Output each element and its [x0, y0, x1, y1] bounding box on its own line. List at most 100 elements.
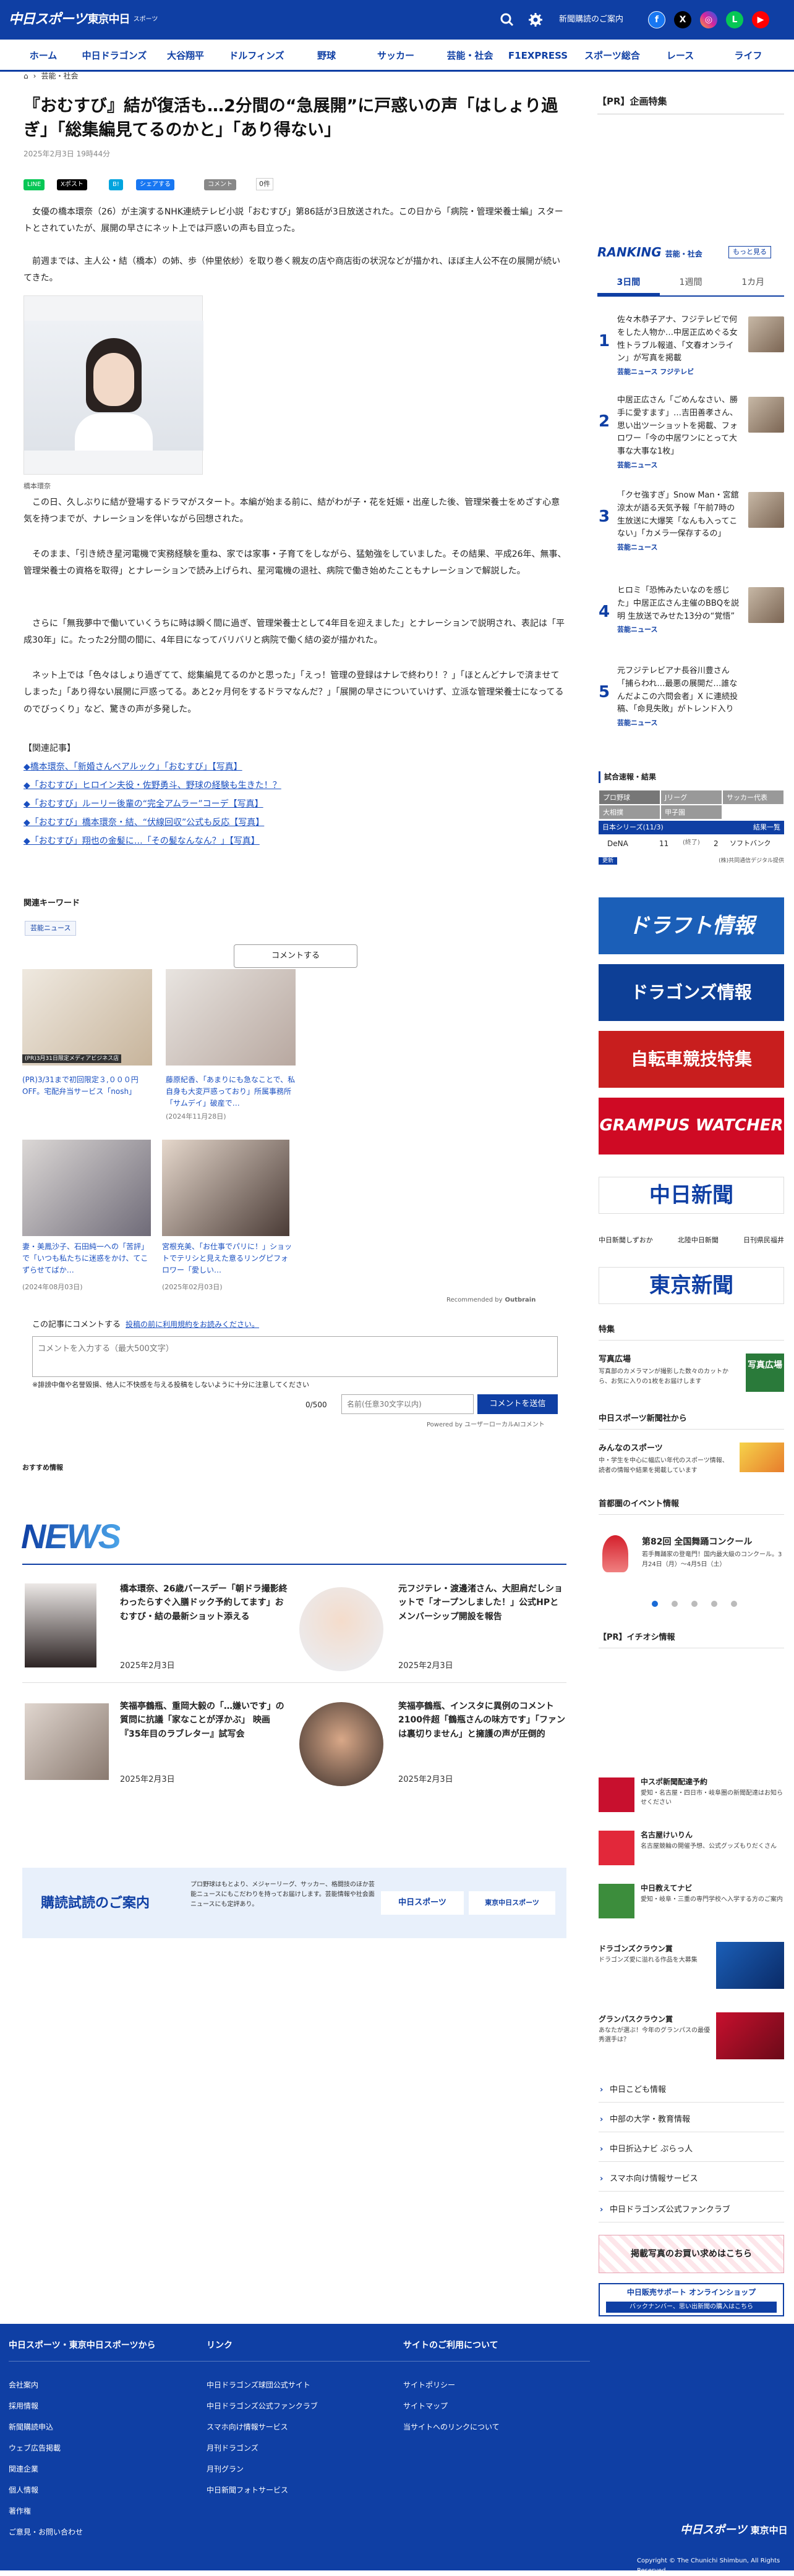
recommend-image[interactable] [166, 969, 296, 1066]
carousel-dot[interactable] [691, 1601, 698, 1607]
subscribe-logo[interactable]: 東京中日スポーツ [469, 1891, 555, 1915]
dragons-banner[interactable]: ドラゴンズ情報 [599, 964, 784, 1021]
footer-link[interactable]: 会社案内 [9, 2379, 38, 2391]
recommend-image[interactable] [22, 969, 152, 1066]
nav-item[interactable]: 大谷翔平 [155, 48, 216, 63]
news-image[interactable] [25, 1583, 96, 1667]
carousel-dot[interactable] [652, 1601, 658, 1607]
pr-title[interactable]: ドラゴンズクラウン賞 [599, 1943, 673, 1955]
score-tab[interactable]: 大相撲 [599, 805, 660, 820]
related-link[interactable]: ◆「おむすび」ヒロイン夫役・佐野勇斗、野球の経験も生きた！？ [23, 779, 281, 792]
footer-logo[interactable]: 中日スポーツ 東京中日 [680, 2522, 788, 2540]
line-icon[interactable]: L [726, 11, 743, 28]
event-image[interactable] [602, 1535, 628, 1572]
recommend-image[interactable] [740, 1443, 784, 1472]
comment-input[interactable] [32, 1336, 558, 1377]
event-title[interactable]: 第82回 全国舞踊コンクール [642, 1535, 752, 1549]
grampus-banner[interactable]: GRAMPUS WATCHER [599, 1098, 784, 1155]
subscribe-banner[interactable]: 購読試読のご案内 プロ野球はもとより、メジャーリーグ、サッカー、格闘技のほか芸能… [22, 1868, 566, 1938]
nav-item[interactable]: スポーツ総合 [575, 48, 649, 63]
related-link[interactable]: ◆「おむすび」橋本環奈・結、“伏線回収”公式も反応【写真】 [23, 816, 264, 829]
ranking-item[interactable]: 2 中居正広さん「ごめんなさい、勝手に愛すます」…吉田善孝さん、思い出ツーショッ… [599, 394, 787, 499]
pr-image[interactable] [716, 2012, 784, 2059]
footer-link[interactable]: ウェブ広告掲載 [9, 2443, 61, 2454]
sidebar-link[interactable]: 中部の大学・教育情報 [599, 2108, 784, 2132]
x-icon[interactable]: X [674, 11, 691, 28]
photo-service-banner[interactable]: 掲載写真のお買い求めはこちら [599, 2235, 784, 2273]
footer-link[interactable]: 中日ドラゴンズ球団公式サイト [207, 2379, 310, 2391]
news-image[interactable] [299, 1702, 383, 1786]
footer-link[interactable]: サイトマップ [403, 2400, 448, 2412]
carousel-dot[interactable] [711, 1601, 717, 1607]
news-image[interactable] [25, 1703, 109, 1780]
ranking-item[interactable]: 3 「クセ強すぎ」Snow Man・宮舘涼太が語る天気予報「午前7時の生放送に大… [599, 489, 787, 595]
subscribe-guide-link[interactable]: 新聞購読のご案内 [559, 14, 623, 27]
chunichi-shimbun-logo[interactable]: 中日新聞 [599, 1177, 784, 1214]
instagram-icon[interactable]: ◎ [700, 11, 717, 28]
pr-image[interactable] [599, 1884, 634, 1918]
recommend-link[interactable]: 藤原紀香、「あまりにも急なことで、私自身も大変戸惑っており」所属事務所「サムデイ… [166, 1074, 296, 1110]
related-link[interactable]: ◆「おむすび」ルーリー後輩の“完全アムラー”コーデ【写真】 [23, 797, 263, 811]
footer-link[interactable]: 中日新聞フォトサービス [207, 2485, 288, 2496]
pr-image[interactable] [599, 1831, 634, 1865]
tokushu-title[interactable]: 写真広場 [599, 1354, 631, 1366]
share-hatena-button[interactable]: B! [109, 179, 123, 190]
score-row[interactable]: DeNA 11 (終了) 2 ソフトバンク [599, 837, 784, 852]
article-photo[interactable] [23, 295, 203, 475]
footer-link[interactable]: 関連企業 [9, 2464, 38, 2475]
search-icon[interactable] [498, 11, 516, 28]
footer-link[interactable]: ご意見・お問い合わせ [9, 2527, 83, 2538]
nav-item[interactable]: ホーム [12, 48, 74, 63]
recommend-link[interactable]: (PR)3/31まで初回限定３,０００円OFF。宅配弁当サービス「nosh」 [22, 1074, 152, 1098]
news-link[interactable]: 元フジテレ・渡邊渚さん、大胆肩だしショットで「オープンしました！」公式HPとメン… [398, 1582, 566, 1624]
news-link[interactable]: 笑福亭鶴瓶、重岡大毅の「…嫌いです」の質問に抗議「家なことが浮かぶ」 映画『35… [120, 1700, 288, 1741]
share-facebook-button[interactable]: シェアする [136, 179, 174, 190]
related-link[interactable]: ◆「おむすび」翔也の金髪に…「その髪なんなん？」【写真】 [23, 834, 260, 848]
comment-rules-link[interactable]: 投稿の前に利用規約をお読みください。 [126, 1319, 259, 1332]
nav-item[interactable]: F1EXPRESS [507, 48, 569, 63]
recommend-title[interactable]: みんなのスポーツ [599, 1443, 663, 1455]
sidebar-link[interactable]: スマホ向け情報サービス [599, 2167, 784, 2192]
nav-item[interactable]: ドルフィンズ [220, 48, 294, 63]
comment-button[interactable]: コメントする [234, 944, 357, 968]
footer-link[interactable]: 新聞購読申込 [9, 2421, 53, 2433]
facebook-icon[interactable]: f [648, 11, 665, 28]
score-update-button[interactable]: 更新 [599, 857, 618, 865]
sidebar-link[interactable]: 中日こども情報 [599, 2078, 784, 2103]
score-tab[interactable]: 甲子園 [660, 805, 722, 820]
footer-link[interactable]: 採用情報 [9, 2400, 38, 2412]
sidebar-link[interactable]: 中日折込ナビ ぷらっ人 [599, 2137, 784, 2162]
share-x-button[interactable]: Xポスト [57, 179, 87, 190]
news-image[interactable] [299, 1587, 383, 1671]
news-link[interactable]: 橋本環奈、26歳バースデー「朝ドラ撮影終わったらすぐ入膳ドック予約してます」おむ… [120, 1582, 288, 1624]
comment-name-input[interactable] [341, 1394, 474, 1414]
subscribe-logo[interactable]: 中日スポーツ [381, 1891, 464, 1915]
draft-banner[interactable]: ドラフト情報 [599, 897, 784, 954]
gear-icon[interactable] [527, 11, 544, 28]
tokushu-badge[interactable]: 写真広場 [746, 1354, 784, 1392]
score-results-link[interactable]: 結果一覧 [753, 821, 780, 834]
nav-item[interactable]: レース [652, 48, 708, 63]
youtube-icon[interactable]: ▶ [752, 11, 769, 28]
nav-item[interactable]: サッカー [365, 48, 427, 63]
news-link[interactable]: 笑福亭鶴瓶、インスタに異例のコメント2100件超「鶴瓶さんの味方です」「ファンは… [398, 1700, 566, 1741]
pr-title[interactable]: 中日教えてナビ [641, 1883, 692, 1894]
home-icon[interactable]: ⌂ [23, 70, 28, 82]
pr-title[interactable]: 名古屋けいりん [641, 1829, 693, 1841]
footer-link[interactable]: 著作権 [9, 2506, 31, 2517]
carousel-dot[interactable] [672, 1601, 678, 1607]
tokyo-shimbun-logo[interactable]: 東京新聞 [599, 1267, 784, 1304]
footer-link[interactable]: サイトポリシー [403, 2379, 455, 2391]
recommend-link[interactable]: 妻・美鳳沙子、石田純一への「苦評」で「いつも私たちに迷惑をかけ、てこずらせてばか… [22, 1241, 152, 1277]
footer-link[interactable]: 月刊ドラゴンズ [207, 2443, 258, 2454]
footer-link[interactable]: 当サイトへのリンクについて [403, 2421, 500, 2433]
score-tab[interactable]: プロ野球 [599, 790, 660, 805]
recommend-link[interactable]: 宮根充美、「お仕事でパリに！」ショットでテリシと見えた意るリングピフォロワー「愛… [162, 1241, 292, 1277]
footer-link[interactable]: 月刊グラン [207, 2464, 244, 2475]
outbrain-credit[interactable]: Recommended by Outbrain [446, 1295, 536, 1305]
shimbun-link[interactable]: 中日新聞しずおか [599, 1235, 653, 1246]
carousel-dot[interactable] [731, 1601, 737, 1607]
score-tab[interactable]: Jリーグ [660, 790, 722, 805]
breadcrumb-category[interactable]: 芸能・社会 [41, 70, 78, 82]
pr-title[interactable]: 中スポ新聞配達予約 [641, 1776, 707, 1788]
